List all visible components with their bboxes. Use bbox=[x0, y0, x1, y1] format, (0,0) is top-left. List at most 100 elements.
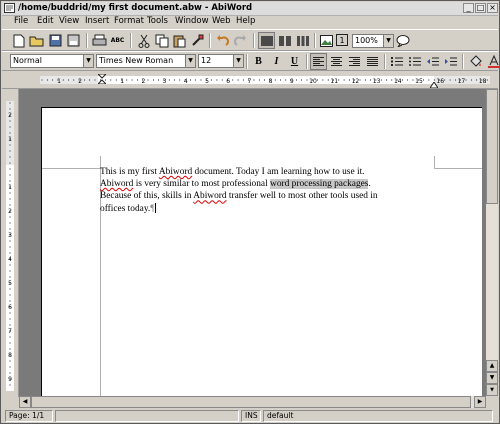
scroll-left-icon[interactable]: ◀ bbox=[19, 396, 31, 408]
chevron-down-icon[interactable]: ▼ bbox=[83, 55, 93, 67]
document-canvas[interactable]: This is my first Abiword document. Today… bbox=[19, 89, 486, 408]
ruler-label: 8 bbox=[8, 352, 12, 359]
zoom-value: 100% bbox=[355, 36, 378, 45]
save-as-icon[interactable] bbox=[65, 32, 82, 49]
menu-insert[interactable]: Insert bbox=[85, 15, 109, 28]
margin-guide-top-right bbox=[434, 168, 482, 169]
toolbar-separator bbox=[86, 33, 88, 48]
style-value: Normal bbox=[13, 56, 42, 65]
ruler-label: 5 bbox=[8, 280, 12, 287]
ruler-label: 2 bbox=[78, 78, 82, 85]
ruler-label: 17 bbox=[458, 78, 466, 85]
print-icon[interactable] bbox=[91, 32, 108, 49]
copy-icon[interactable] bbox=[153, 32, 170, 49]
help-bubble-icon[interactable] bbox=[394, 32, 411, 49]
paste-icon[interactable] bbox=[171, 32, 188, 49]
align-justify-icon[interactable] bbox=[364, 53, 381, 70]
ruler-label: 4 bbox=[8, 256, 12, 263]
bold-button[interactable]: B bbox=[250, 53, 267, 70]
align-left-icon[interactable] bbox=[310, 53, 327, 70]
close-icon[interactable]: × bbox=[487, 3, 498, 13]
margin-guide-right bbox=[434, 156, 435, 169]
format-painter-icon[interactable] bbox=[189, 32, 206, 49]
doc-text: This is my first bbox=[100, 167, 159, 177]
new-document-icon[interactable] bbox=[10, 32, 27, 49]
redo-icon[interactable] bbox=[232, 32, 249, 49]
chevron-down-icon[interactable]: ▼ bbox=[383, 35, 393, 47]
ruler-label: 6 bbox=[226, 78, 230, 85]
scrollbar-thumb[interactable] bbox=[31, 396, 471, 408]
misspelled-word[interactable]: Abiword bbox=[100, 179, 133, 189]
document-page[interactable]: This is my first Abiword document. Today… bbox=[41, 107, 482, 408]
align-center-icon[interactable] bbox=[328, 53, 345, 70]
menu-web[interactable]: Web bbox=[212, 15, 231, 28]
italic-button[interactable]: I bbox=[268, 53, 285, 70]
menu-file[interactable]: File bbox=[14, 15, 28, 28]
align-right-icon[interactable] bbox=[346, 53, 363, 70]
increase-indent-icon[interactable] bbox=[442, 53, 459, 70]
web-layout-icon[interactable] bbox=[276, 32, 293, 49]
page-number-icon[interactable]: 1 bbox=[336, 34, 348, 46]
toolbar-separator bbox=[314, 33, 316, 48]
document-paragraph[interactable]: This is my first Abiword document. Today… bbox=[100, 166, 384, 215]
bullet-list-icon[interactable] bbox=[406, 53, 423, 70]
undo-icon[interactable] bbox=[214, 32, 231, 49]
ruler-label: 9 bbox=[290, 78, 294, 85]
save-icon[interactable] bbox=[47, 32, 64, 49]
scrollbar-thumb[interactable] bbox=[486, 89, 498, 204]
text-color-icon[interactable] bbox=[485, 53, 500, 70]
fill-color-icon[interactable] bbox=[467, 53, 484, 70]
next-page-icon[interactable]: ▼ bbox=[486, 384, 498, 396]
vertical-scrollbar[interactable]: ▲ ▲ ▼ ▼ bbox=[486, 89, 498, 396]
misspelled-word[interactable]: Abiword bbox=[159, 167, 192, 177]
selected-text[interactable]: word processing packages bbox=[270, 179, 369, 190]
minimize-icon[interactable]: _ bbox=[463, 3, 474, 13]
chevron-down-icon[interactable]: ▼ bbox=[233, 55, 243, 67]
print-layout-icon[interactable] bbox=[294, 32, 311, 49]
normal-layout-icon[interactable] bbox=[258, 32, 275, 49]
cut-icon[interactable] bbox=[135, 32, 152, 49]
decrease-indent-icon[interactable] bbox=[424, 53, 441, 70]
ruler-label: 1 bbox=[120, 78, 124, 85]
misspelled-word[interactable]: Abiword bbox=[193, 191, 226, 201]
ruler-label: 7 bbox=[247, 78, 251, 85]
horizontal-ruler[interactable]: 1 2 1 2 3 4 5 6 7 8 9 10 11 12 13 14 15 16 17 18 bbox=[2, 72, 498, 89]
app-icon bbox=[4, 3, 15, 13]
scroll-up-icon[interactable]: ▲ bbox=[486, 360, 498, 372]
toolbar-separator bbox=[130, 33, 132, 48]
open-folder-icon[interactable] bbox=[28, 32, 45, 49]
ruler-label: 6 bbox=[8, 304, 12, 311]
numbered-list-icon[interactable] bbox=[388, 53, 405, 70]
toolbar-separator bbox=[246, 54, 248, 69]
menu-edit[interactable]: Edit bbox=[37, 15, 53, 28]
style-combo[interactable]: Normal ▼ bbox=[10, 54, 94, 68]
vertical-ruler[interactable]: 2 1 1 2 3 4 5 6 7 8 9 bbox=[2, 89, 19, 397]
ruler-label: 15 bbox=[415, 78, 423, 85]
left-indent-marker-icon[interactable] bbox=[98, 74, 106, 84]
insert-mode[interactable]: INS bbox=[241, 410, 261, 422]
scroll-right-icon[interactable]: ▶ bbox=[474, 396, 486, 408]
insert-picture-icon[interactable] bbox=[318, 32, 335, 49]
spell-check-icon[interactable]: ABC bbox=[109, 32, 126, 49]
menu-view[interactable]: View bbox=[59, 15, 79, 28]
menu-format[interactable]: Format bbox=[114, 15, 144, 28]
horizontal-scrollbar[interactable]: ◀ ▶ bbox=[19, 396, 486, 408]
scroll-down-icon[interactable]: ▼ bbox=[486, 372, 498, 384]
font-value: Times New Roman bbox=[99, 56, 174, 65]
chevron-down-icon[interactable]: ▼ bbox=[185, 55, 195, 67]
menu-tools[interactable]: Tools bbox=[147, 15, 168, 28]
font-size-combo[interactable]: 12 ▼ bbox=[198, 54, 244, 68]
menu-window[interactable]: Window bbox=[175, 15, 209, 28]
font-combo[interactable]: Times New Roman ▼ bbox=[96, 54, 196, 68]
maximize-icon[interactable]: □ bbox=[475, 3, 486, 13]
ruler-label: 9 bbox=[8, 376, 12, 383]
menu-help[interactable]: Help bbox=[236, 15, 255, 28]
toolbar-separator bbox=[384, 54, 386, 69]
zoom-combo[interactable]: 100% ▼ bbox=[352, 34, 394, 48]
ruler-label: 18 bbox=[479, 78, 487, 85]
font-size-value: 12 bbox=[201, 56, 212, 65]
right-indent-marker-icon[interactable] bbox=[430, 82, 438, 88]
underline-button[interactable]: U bbox=[286, 53, 303, 70]
ruler-label: 2 bbox=[8, 208, 12, 215]
page-indicator: Page: 1/1 bbox=[5, 410, 53, 422]
